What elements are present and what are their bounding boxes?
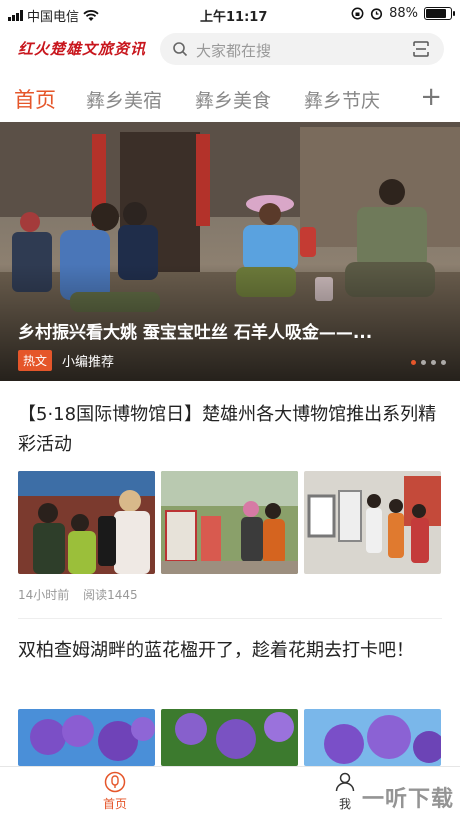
article-reads: 阅读1445 [83,588,138,602]
status-left: 中国电信 [8,6,99,25]
article-thumbnail[interactable] [304,709,441,766]
app-logo[interactable]: 红火楚雄文旅资讯 [18,38,146,59]
carousel-dot [441,360,446,365]
tab-homestay[interactable]: 彝乡美宿 [86,86,162,113]
article-thumbnail[interactable] [161,471,298,574]
article-thumbnail[interactable] [161,709,298,766]
carousel-dot [411,360,416,365]
tab-food[interactable]: 彝乡美食 [195,86,271,113]
article-meta: 14小时前 阅读1445 [18,586,148,603]
category-tabs: 首页 彝乡美宿 彝乡美食 彝乡节庆 + [0,78,460,120]
tab-festival[interactable]: 彝乡节庆 [304,86,380,113]
plus-icon[interactable]: + [420,84,442,110]
article-thumbnail[interactable] [18,471,155,574]
carousel-dot [431,360,436,365]
scan-icon[interactable] [412,40,430,58]
hero-source: 小编推荐 [62,355,115,370]
home-icon [104,771,126,793]
article-title[interactable]: 【5·18国际博物馆日】楚雄州各大博物馆推出系列精彩活动 [18,400,444,460]
carousel-dot [421,360,426,365]
status-bar: 中国电信 上午11:17 88% [0,0,460,28]
article-thumbnail[interactable] [18,709,155,766]
article-thumbnail[interactable] [304,471,441,574]
search-icon [173,42,188,57]
orientation-lock-icon [351,7,364,20]
search-bar[interactable]: 大家都在搜 [160,33,444,65]
hot-badge: 热文 [18,350,53,371]
bottom-nav: 首页 我 一听下载 [0,766,460,819]
app-header: 红火楚雄文旅资讯 大家都在搜 [0,28,460,72]
article-title[interactable]: 双柏查姆湖畔的蓝花楹开了，趁着花期去打卡吧！ [18,634,444,668]
tab-home[interactable]: 首页 [14,84,56,114]
watermark: 一听下载 [361,787,454,812]
article-time: 14小时前 [18,588,70,602]
status-time: 上午11:17 [200,10,268,25]
user-icon [335,772,355,792]
search-placeholder: 大家都在搜 [196,42,272,60]
battery-icon [424,7,455,20]
hero-caption[interactable]: 乡村振兴看大姚 蚕宝宝吐丝 石羊人吸金——... [18,318,372,343]
alarm-icon [370,8,383,20]
article-thumbnails[interactable] [18,471,442,574]
nav-home-label: 首页 [102,797,127,811]
battery-percent: 88% [389,6,418,21]
carousel-indicator [411,360,446,365]
hero-carousel[interactable]: 乡村振兴看大姚 蚕宝宝吐丝 石羊人吸金——... 热文 小编推荐 [0,122,460,381]
status-right: 88% [351,6,455,21]
nav-home[interactable]: 首页 [92,771,138,812]
wifi-icon [83,9,99,21]
carrier-label: 中国电信 [27,10,80,25]
article-thumbnails[interactable] [18,709,442,766]
divider [18,618,442,619]
signal-icon [8,10,23,21]
